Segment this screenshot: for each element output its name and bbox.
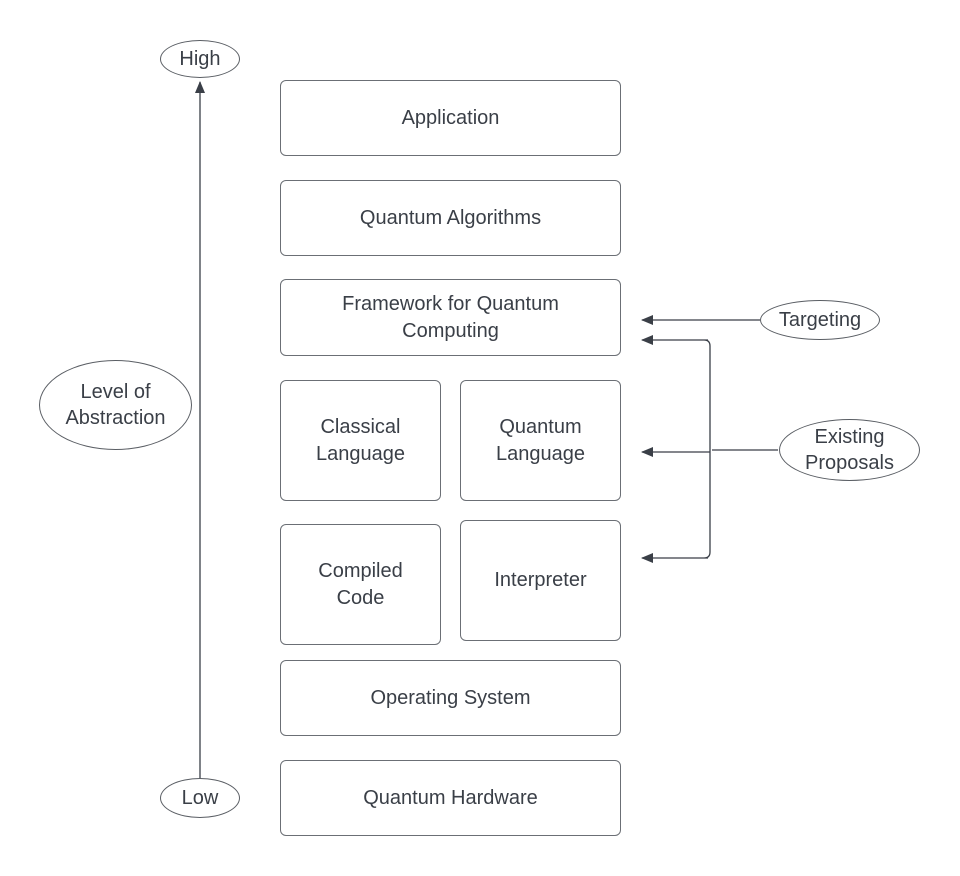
existing-proposals-label: Existing Proposals	[779, 419, 920, 481]
existing-proposals-bracket	[703, 339, 778, 559]
layer-quantum-algorithms: Quantum Algorithms	[280, 180, 621, 256]
level-of-abstraction-label: Level of Abstraction	[39, 360, 192, 450]
layer-compiled-code: Compiled Code	[280, 524, 441, 645]
layer-quantum-hardware: Quantum Hardware	[280, 760, 621, 836]
layer-framework: Framework for Quantum Computing	[280, 279, 621, 356]
layer-interpreter: Interpreter	[460, 520, 621, 641]
layer-quantum-language: Quantum Language	[460, 380, 621, 501]
layer-classical-language: Classical Language	[280, 380, 441, 501]
targeting-label: Targeting	[760, 300, 880, 340]
high-label: High	[160, 40, 240, 78]
layer-operating-system: Operating System	[280, 660, 621, 736]
low-label: Low	[160, 778, 240, 818]
layer-application: Application	[280, 80, 621, 156]
